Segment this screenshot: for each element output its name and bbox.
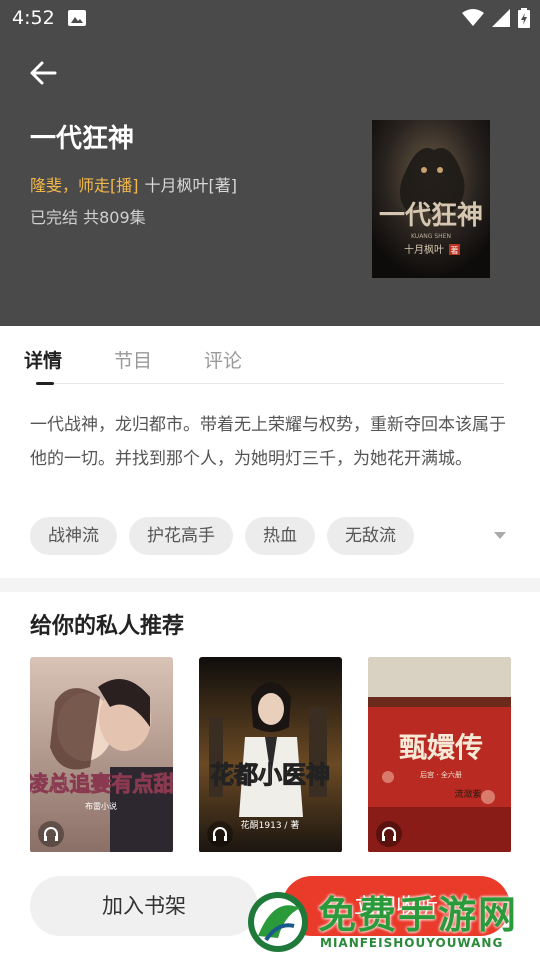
back-arrow-icon[interactable]	[28, 58, 58, 88]
tab-details[interactable]: 详情	[24, 346, 62, 373]
author-link[interactable]: 十月枫叶[著]	[145, 176, 238, 195]
cover-pinyin: KUANG SHEN	[411, 233, 451, 240]
cover-badge: 著	[451, 245, 459, 255]
add-to-shelf-button[interactable]: 加入书架	[30, 876, 258, 936]
cover-title: 一代狂神	[379, 201, 483, 231]
recommend-cover-sub: 花酮1913 / 著	[241, 819, 300, 831]
watermark: 免费手游网 MIANFEISHOUYOUWANG	[244, 884, 540, 960]
status-bar: 4:52	[0, 0, 540, 36]
signal-icon	[492, 9, 510, 27]
recommend-cover-title: 甄嬛传	[399, 731, 483, 764]
tag-chip[interactable]: 热血	[245, 517, 315, 555]
cover-author: 十月枫叶	[404, 243, 444, 256]
watermark-subtext: MIANFEISHOUYOUWANG	[320, 936, 504, 950]
recommend-title: 给你的私人推荐	[30, 614, 185, 639]
expand-tags-icon[interactable]	[494, 532, 506, 539]
book-description: 一代战神，龙归都市。带着无上荣耀与权势，重新夺回本该属于他的一切。并找到那个人，…	[30, 415, 506, 469]
recommend-cover-title: 凌总追妻有点甜	[30, 771, 173, 796]
recommend-book-2[interactable]: 花都小医神 花酮1913 / 著	[199, 657, 342, 853]
book-cover[interactable]: 一代狂神 KUANG SHEN 十月枫叶 著	[372, 120, 490, 278]
watermark-logo	[248, 892, 308, 952]
tab-indicator	[36, 382, 54, 385]
battery-icon	[518, 8, 530, 28]
wifi-icon	[462, 9, 484, 26]
tab-episodes[interactable]: 节目	[114, 346, 152, 373]
narrator-link[interactable]: 隆斐，师走[播]	[30, 176, 139, 195]
recommend-book-3[interactable]: 甄嬛传 后宫 · 全六册 流潋紫	[368, 657, 511, 853]
headphone-icon	[38, 821, 64, 847]
detail-tabs: 详情 节目 评论	[0, 326, 540, 386]
headphone-icon	[376, 821, 402, 847]
book-cover-art: 一代狂神 KUANG SHEN 十月枫叶 著	[372, 120, 490, 278]
tag-chip[interactable]: 护花高手	[129, 517, 233, 555]
book-status: 已完结 共809集	[30, 208, 146, 227]
tag-chip[interactable]: 战神流	[30, 517, 117, 555]
recommend-cover-sub: 后宫 · 全六册	[420, 770, 462, 779]
recommend-cover-author: 流潋紫	[454, 788, 481, 800]
tab-comments[interactable]: 评论	[204, 346, 242, 373]
tab-divider	[54, 383, 504, 384]
tag-list: 战神流 护花高手 热血 无敌流	[30, 517, 414, 555]
headphone-icon	[207, 821, 233, 847]
status-icons	[462, 8, 530, 28]
status-time: 4:52	[12, 7, 55, 29]
book-credits: 隆斐，师走[播] 十月枫叶[著]	[30, 172, 237, 196]
tag-chip[interactable]: 无敌流	[327, 517, 414, 555]
recommend-book-1[interactable]: 凌总追妻有点甜 布雷小说	[30, 657, 173, 853]
recommend-cover-sub: 布雷小说	[85, 801, 117, 811]
gallery-icon	[68, 10, 86, 26]
watermark-text: 免费手游网	[318, 893, 519, 937]
section-divider	[0, 578, 540, 592]
recommend-cover-title: 花都小医神	[210, 760, 330, 789]
book-title: 一代狂神	[30, 124, 135, 154]
